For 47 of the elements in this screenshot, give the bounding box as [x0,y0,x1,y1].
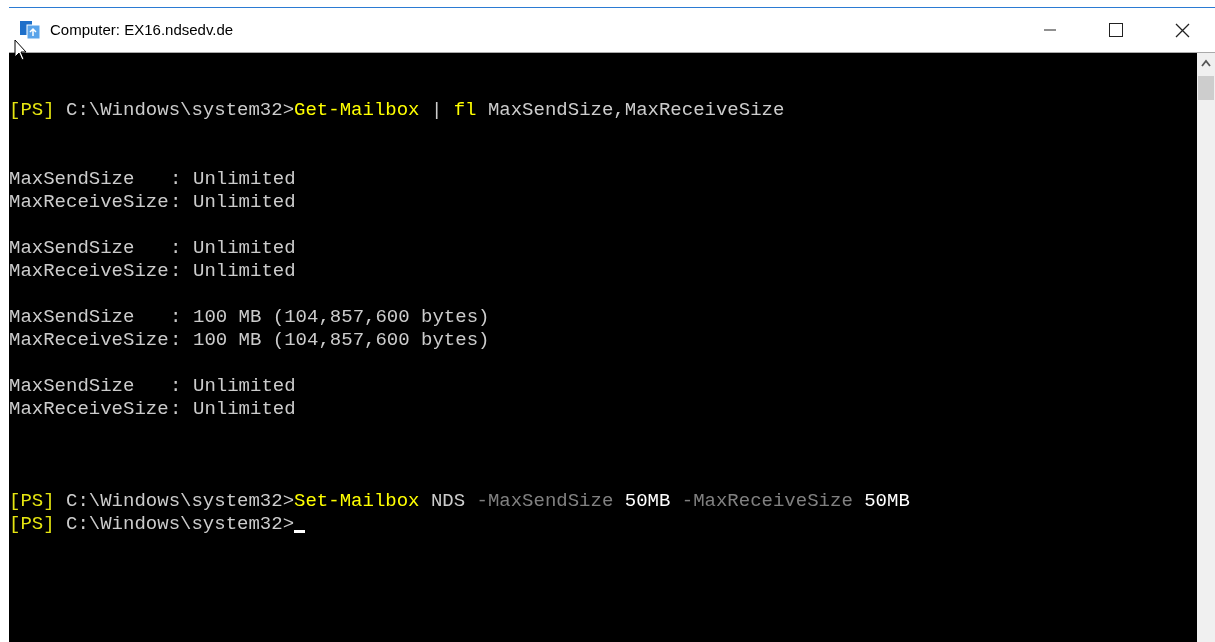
scroll-up-icon[interactable] [1201,59,1211,67]
command-text: fl [453,99,477,122]
field-value: Unlimited [193,260,296,283]
field-value: Unlimited [193,168,296,191]
field-value: Unlimited [193,237,296,260]
field-name: MaxSendSize [9,237,136,260]
field-separator: : [170,375,183,398]
field-value: 100 MB (104,857,600 bytes) [193,306,490,329]
maximize-icon [1109,23,1123,37]
field-name: MaxReceiveSize [9,329,170,352]
field-separator: : [170,237,183,260]
command-text: NDS [429,490,467,513]
minimize-icon [1044,29,1056,31]
field-name: MaxSendSize [9,168,136,191]
field-name: MaxSendSize [9,306,136,329]
field-value: 100 MB (104,857,600 bytes) [193,329,490,352]
field-name: MaxReceiveSize [9,260,170,283]
field-separator: : [170,191,183,214]
close-icon [1174,22,1190,38]
prompt-text: [PS] [9,490,55,513]
remote-computer-icon [19,19,41,41]
field-value: Unlimited [193,191,296,214]
field-name: MaxReceiveSize [9,191,170,214]
field-separator: : [170,260,183,283]
command-text: | [429,99,444,122]
prompt-path: C:\Windows\system32> [65,99,295,122]
parameter-text: -MaxReceiveSize [681,490,853,513]
parameter-value: 50MB [863,490,910,513]
field-separator: : [170,306,183,329]
field-name: MaxReceiveSize [9,398,170,421]
field-separator: : [170,329,183,352]
prompt-text: [PS] [9,99,55,122]
parameter-text: -MaxSendSize [476,490,614,513]
field-separator: : [170,398,183,421]
command-text: MaxSendSize,MaxReceiveSize [486,99,785,122]
command-text: Set-Mailbox [294,490,420,513]
field-value: Unlimited [193,375,296,398]
prompt-path: C:\Windows\system32> [65,490,295,513]
field-separator: : [170,168,183,191]
scrollbar-thumb[interactable] [1198,76,1214,100]
field-name: MaxSendSize [9,375,136,398]
prompt-path: C:\Windows\system32> [65,513,295,536]
prompt-text: [PS] [9,513,55,536]
window-title: Computer: EX16.ndsedv.de [50,19,234,40]
field-value: Unlimited [193,398,296,421]
parameter-value: 50MB [623,490,672,513]
command-text: Get-Mailbox [294,99,420,122]
